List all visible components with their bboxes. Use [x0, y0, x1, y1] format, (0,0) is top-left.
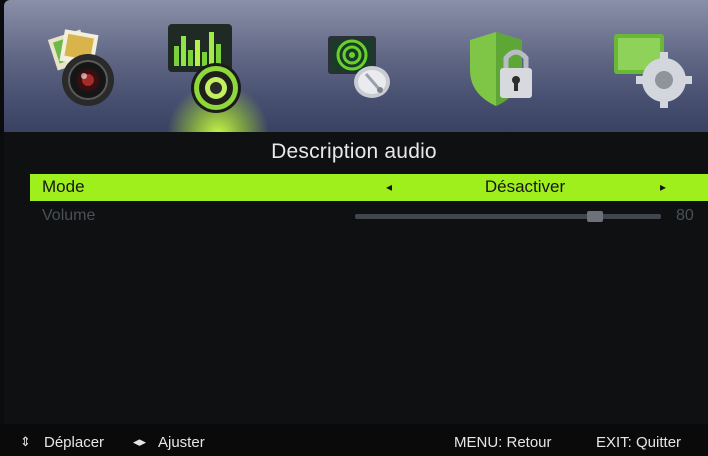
- menu-icon-bar: [0, 0, 708, 132]
- adjust-icon: ◂▸: [133, 434, 147, 449]
- volume-slider[interactable]: [355, 211, 661, 222]
- setup-icon: [614, 34, 692, 108]
- volume-value: 80: [676, 207, 694, 224]
- mode-value[interactable]: Désactiver: [420, 177, 630, 197]
- lock-icon: [470, 32, 532, 106]
- tv-osd-screen: Description audio Mode ◂ Désactiver ▸ Vo…: [0, 0, 708, 456]
- exit-hint: EXIT: Quitter: [596, 434, 682, 451]
- page-title: Description audio: [271, 140, 437, 163]
- tab-sound[interactable]: [166, 22, 241, 114]
- tab-channel[interactable]: [322, 22, 396, 114]
- tab-picture[interactable]: [40, 22, 114, 114]
- volume-label: Volume: [42, 207, 96, 224]
- adjust-hint: Ajuster: [158, 434, 205, 451]
- volume-slider-thumb[interactable]: [587, 211, 603, 222]
- move-icon: ⇕: [20, 434, 31, 449]
- tab-lock[interactable]: [466, 22, 540, 114]
- sound-icon: [168, 24, 241, 113]
- picture-icon: [47, 29, 114, 106]
- mode-right-arrow-icon[interactable]: ▸: [660, 180, 666, 194]
- move-hint: Déplacer: [44, 434, 105, 451]
- mode-label: Mode: [42, 177, 85, 196]
- mode-left-arrow-icon[interactable]: ◂: [386, 180, 392, 194]
- channel-icon: [328, 36, 390, 98]
- tab-setup[interactable]: [610, 22, 692, 114]
- menu-back-hint: MENU: Retour: [454, 434, 552, 451]
